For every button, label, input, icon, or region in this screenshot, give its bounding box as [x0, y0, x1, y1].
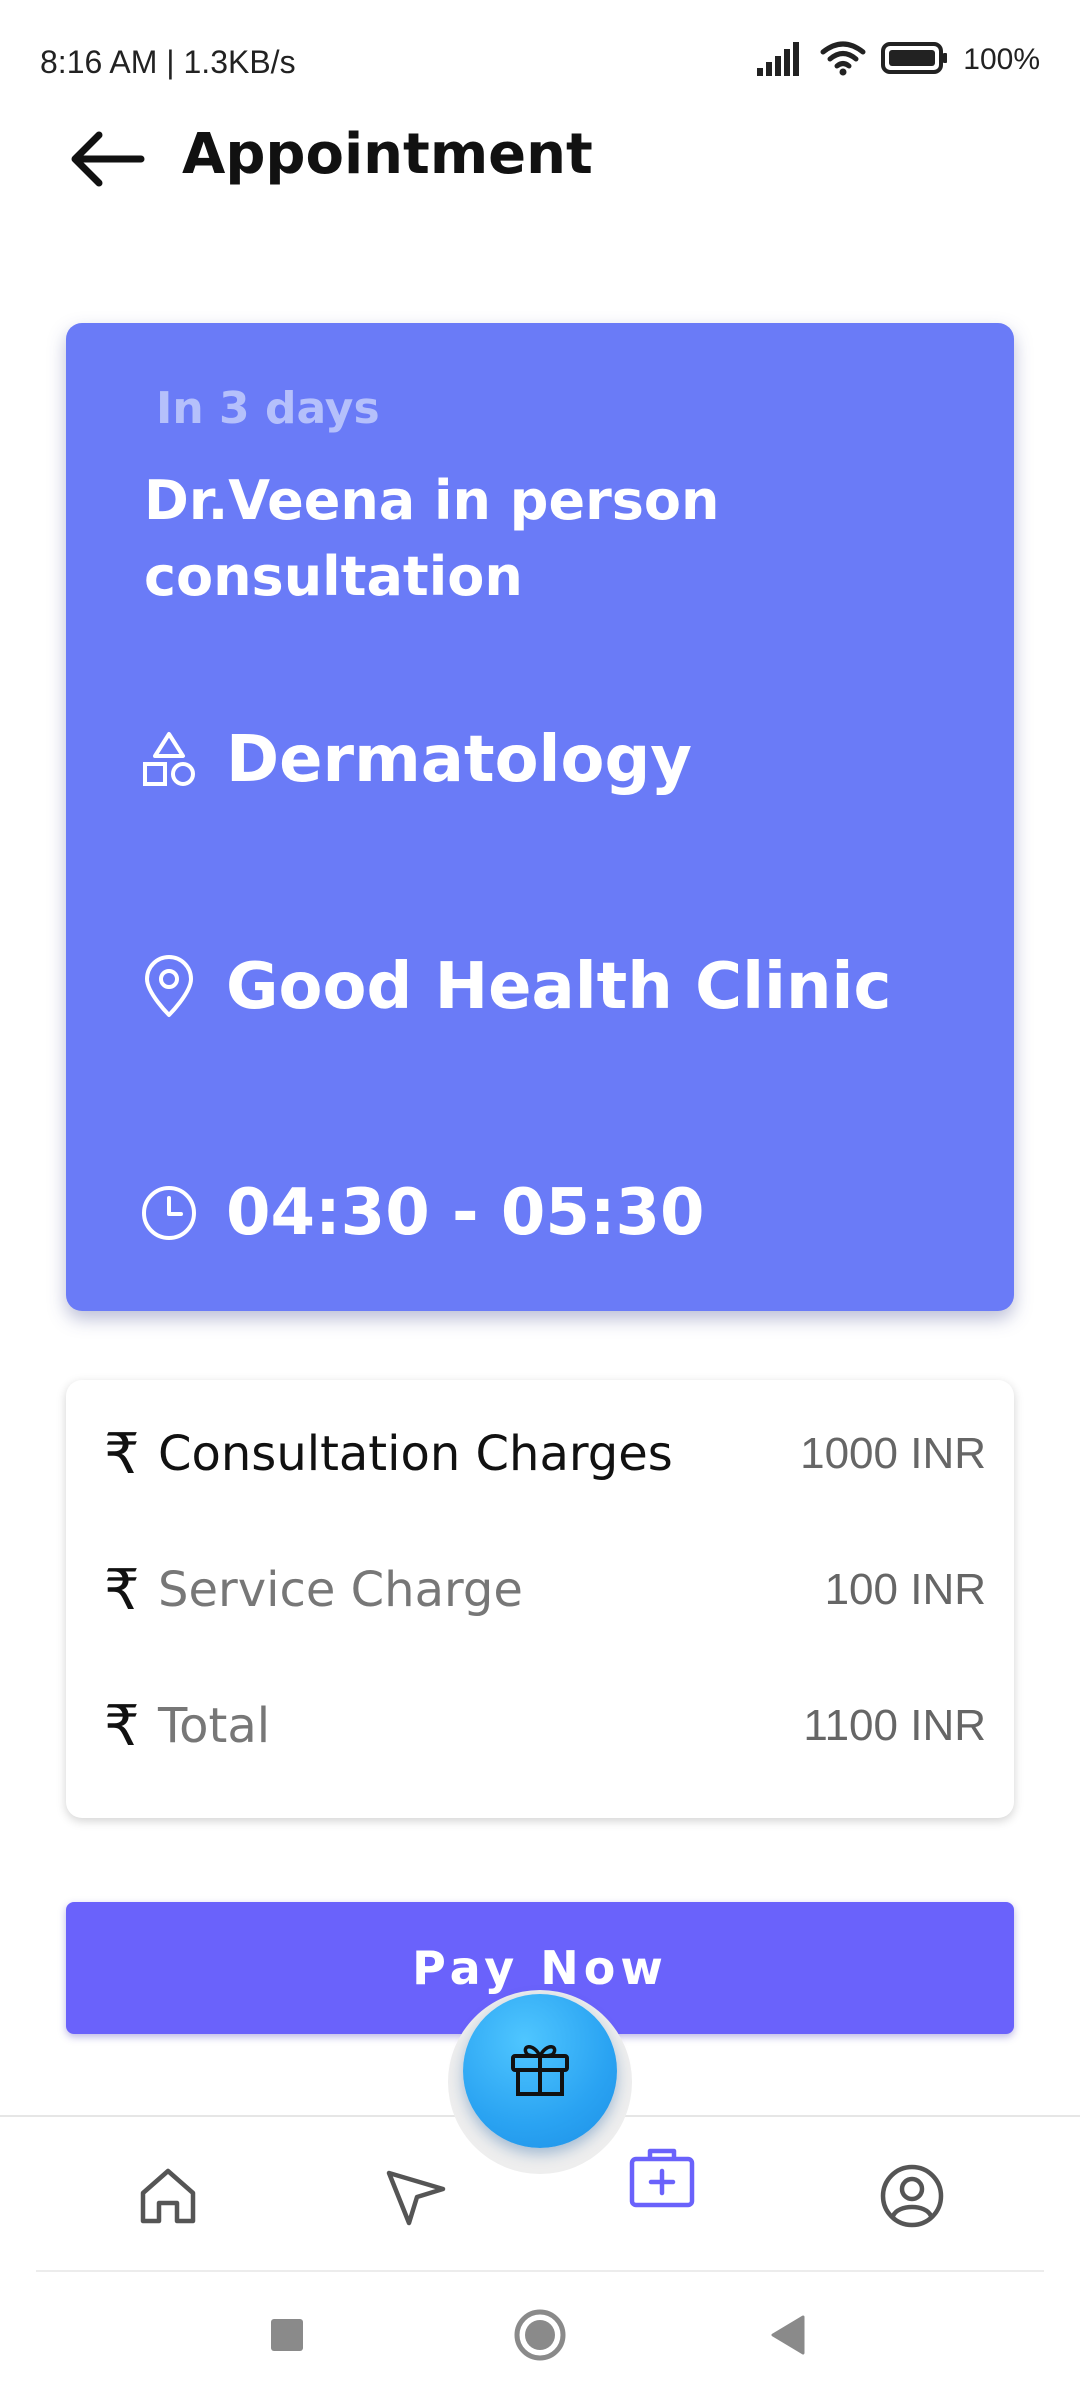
- location-pin-icon: [136, 954, 202, 1020]
- nav-appointments[interactable]: [612, 2130, 712, 2230]
- charge-label: Service Charge: [158, 1562, 523, 1618]
- appointment-when: In 3 days: [156, 383, 380, 434]
- battery-icon: [881, 41, 949, 79]
- circle-icon: [512, 2307, 568, 2367]
- nav-explore[interactable]: [366, 2148, 466, 2248]
- home-icon: [135, 2163, 201, 2233]
- clinic-text: Good Health Clinic: [226, 950, 892, 1024]
- appointment-title: Dr.Veena in person consultation: [144, 469, 720, 608]
- appointment-card[interactable]: In 3 days Dr.Veena in person consultatio…: [66, 323, 1014, 1311]
- gift-icon: [507, 2036, 573, 2106]
- total-amount: 1100 INR: [803, 1701, 986, 1750]
- charges-card: ₹ Consultation Charges 1000 INR ₹ Servic…: [66, 1380, 1014, 1818]
- square-icon: [267, 2315, 307, 2359]
- charge-row: ₹ Service Charge 100 INR: [104, 1550, 986, 1630]
- nav-home[interactable]: [118, 2148, 218, 2248]
- rupee-icon: ₹: [104, 1421, 140, 1487]
- department-text: Dermatology: [226, 723, 692, 797]
- profile-icon: [878, 2162, 946, 2234]
- medical-kit-icon: [626, 2145, 698, 2215]
- back-button[interactable]: [62, 116, 152, 206]
- signal-icon: [755, 40, 805, 80]
- rupee-icon: ₹: [104, 1693, 140, 1759]
- charge-amount: 1000 INR: [800, 1429, 986, 1478]
- clock-icon: [136, 1180, 202, 1246]
- shapes-icon: [136, 727, 202, 793]
- time-row: 04:30 - 05:30: [136, 1176, 705, 1250]
- wifi-icon: [819, 40, 867, 80]
- rupee-icon: ₹: [104, 1557, 140, 1623]
- gift-fab-button[interactable]: [463, 1994, 617, 2148]
- recents-button[interactable]: [252, 2302, 322, 2372]
- charge-row: ₹ Consultation Charges 1000 INR: [104, 1414, 986, 1494]
- nav-profile[interactable]: [862, 2148, 962, 2248]
- battery-percentage: 100%: [963, 43, 1040, 76]
- clinic-row: Good Health Clinic: [136, 950, 891, 1024]
- app-header: Appointment: [0, 110, 1080, 200]
- system-back-button[interactable]: [752, 2302, 822, 2372]
- charge-label: Consultation Charges: [158, 1426, 673, 1482]
- total-label: Total: [158, 1698, 271, 1754]
- total-row: ₹ Total 1100 INR: [104, 1686, 986, 1766]
- department-row: Dermatology: [136, 723, 692, 797]
- charge-amount: 100 INR: [824, 1565, 986, 1614]
- status-icons: 100%: [755, 40, 1040, 80]
- time-text: 04:30 - 05:30: [226, 1176, 705, 1250]
- navigation-arrow-icon: [381, 2161, 451, 2235]
- arrow-left-icon: [69, 129, 145, 193]
- status-time: 8:16 AM | 1.3KB/s: [40, 44, 296, 80]
- triangle-back-icon: [767, 2313, 807, 2361]
- system-home-button[interactable]: [505, 2302, 575, 2372]
- page-title: Appointment: [182, 122, 593, 187]
